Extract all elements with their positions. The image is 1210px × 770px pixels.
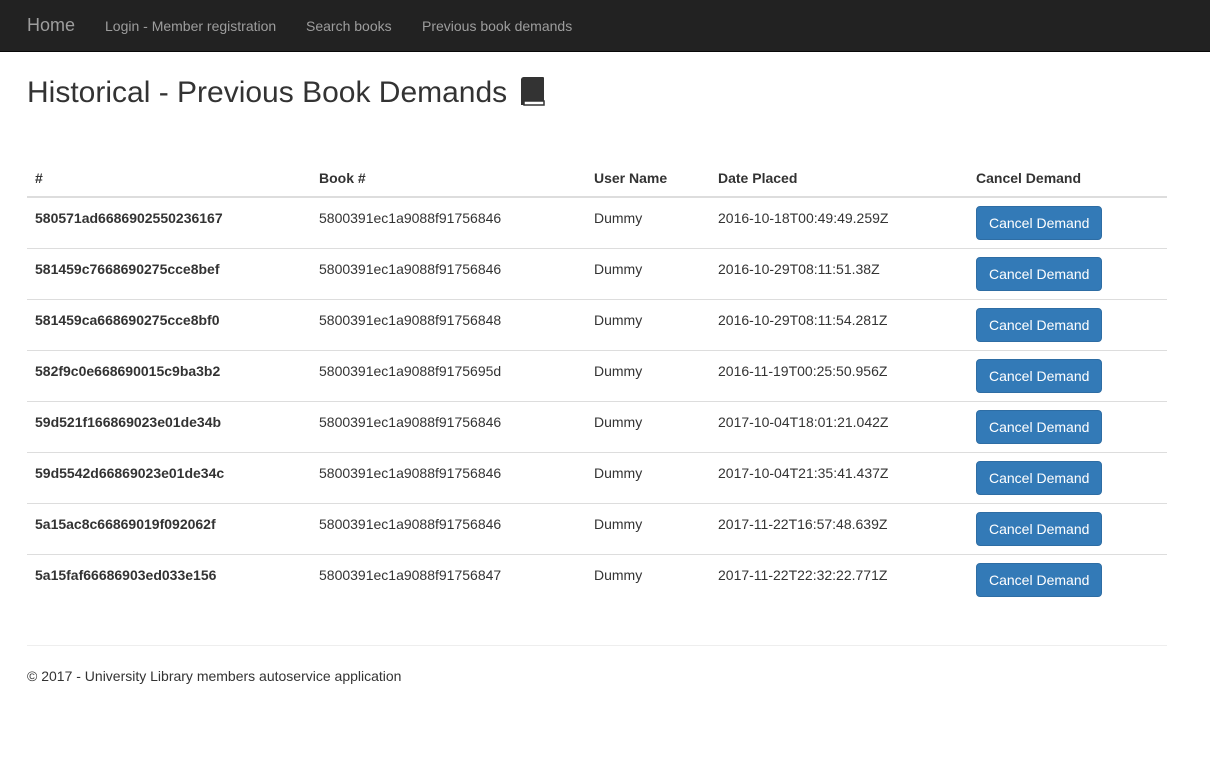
table-row: 59d5542d66869023e01de34c 5800391ec1a9088… <box>27 451 1167 503</box>
cancel-demand-button[interactable]: Cancel Demand <box>976 409 1103 444</box>
book-icon <box>517 76 547 106</box>
header-date-placed: Date Placed <box>710 160 968 198</box>
action-cell: Cancel Demand <box>968 553 1167 605</box>
demand-id-cell: 5a15ac8c66869019f092062f <box>27 502 311 554</box>
table-row: 580571ad6686902550236167 5800391ec1a9088… <box>27 197 1167 248</box>
nav-previous-demands-link[interactable]: Previous book demands <box>422 18 572 34</box>
date-placed-cell: 2017-10-04T21:35:41.437Z <box>710 451 968 503</box>
demand-id-cell: 581459ca668690275cce8bf0 <box>27 298 311 350</box>
book-id-cell: 5800391ec1a9088f9175695d <box>311 349 586 401</box>
cancel-demand-button[interactable]: Cancel Demand <box>976 358 1103 393</box>
date-placed-cell: 2016-10-18T00:49:49.259Z <box>718 210 889 226</box>
cancel-demand-button[interactable]: Cancel Demand <box>976 206 1103 240</box>
demand-id-cell: 59d5542d66869023e01de34c <box>27 451 311 503</box>
cancel-demand-button[interactable]: Cancel Demand <box>976 256 1103 291</box>
date-placed-cell: 2016-10-29T08:11:54.281Z <box>710 298 968 350</box>
date-placed-cell: 2017-10-04T18:01:21.042Z <box>710 400 968 452</box>
header-book: Book # <box>311 160 586 198</box>
date-placed-cell: 2016-11-19T00:25:50.956Z <box>710 349 968 401</box>
header-cancel-demand: Cancel Demand <box>968 160 1167 198</box>
table-row: 581459ca668690275cce8bf0 5800391ec1a9088… <box>27 298 1167 350</box>
action-cell: Cancel Demand <box>968 349 1167 401</box>
user-name-cell: Dummy <box>586 349 710 401</box>
action-cell: Cancel Demand <box>968 247 1167 299</box>
book-id-cell: 5800391ec1a9088f91756847 <box>311 553 586 605</box>
user-name-cell: Dummy <box>586 400 710 452</box>
demand-id-cell: 581459c7668690275cce8bef <box>27 247 311 299</box>
user-name-cell: Dummy <box>586 502 710 554</box>
action-cell: Cancel Demand <box>968 400 1167 452</box>
top-navbar: Home Login - Member registration Search … <box>0 0 1210 52</box>
book-id-cell: 5800391ec1a9088f91756846 <box>319 210 502 226</box>
footer-divider <box>27 645 1167 646</box>
book-id-cell: 5800391ec1a9088f91756848 <box>311 298 586 350</box>
cancel-demand-button[interactable]: Cancel Demand <box>976 460 1103 495</box>
table-row: 5a15faf66686903ed033e156 5800391ec1a9088… <box>27 553 1167 605</box>
date-placed-cell: 2017-11-22T22:32:22.771Z <box>710 553 968 605</box>
page-title-text: Historical - Previous Book Demands <box>27 76 508 109</box>
header-id: # <box>27 160 311 198</box>
book-id-cell: 5800391ec1a9088f91756846 <box>311 451 586 503</box>
table-row: 582f9c0e668690015c9ba3b2 5800391ec1a9088… <box>27 349 1167 401</box>
action-cell: Cancel Demand <box>968 197 1167 248</box>
user-name-cell: Dummy <box>586 553 710 605</box>
nav-search-books-link[interactable]: Search books <box>306 18 392 34</box>
table-row: 5a15ac8c66869019f092062f 5800391ec1a9088… <box>27 502 1167 554</box>
demands-table: # Book # User Name Date Placed Cancel De… <box>27 160 1167 605</box>
action-cell: Cancel Demand <box>968 451 1167 503</box>
user-name-cell: Dummy <box>594 210 643 226</box>
cancel-demand-button[interactable]: Cancel Demand <box>976 562 1103 597</box>
action-cell: Cancel Demand <box>968 502 1167 554</box>
cancel-demand-button[interactable]: Cancel Demand <box>976 511 1103 546</box>
demand-id-cell: 5a15faf66686903ed033e156 <box>27 553 311 605</box>
table-header-row: # Book # User Name Date Placed Cancel De… <box>27 160 1167 198</box>
table-row: 581459c7668690275cce8bef 5800391ec1a9088… <box>27 247 1167 299</box>
date-placed-cell: 2016-10-29T08:11:51.38Z <box>710 247 968 299</box>
book-id-cell: 5800391ec1a9088f91756846 <box>311 247 586 299</box>
date-placed-cell: 2017-11-22T16:57:48.639Z <box>710 502 968 554</box>
demand-id-cell: 582f9c0e668690015c9ba3b2 <box>27 349 311 401</box>
nav-home-link[interactable]: Home <box>27 15 75 36</box>
nav-login-registration-link[interactable]: Login - Member registration <box>105 18 276 34</box>
user-name-cell: Dummy <box>586 451 710 503</box>
header-user-name: User Name <box>586 160 710 198</box>
demand-id-cell: 59d521f166869023e01de34b <box>27 400 311 452</box>
action-cell: Cancel Demand <box>968 298 1167 350</box>
book-id-cell: 5800391ec1a9088f91756846 <box>311 502 586 554</box>
user-name-cell: Dummy <box>586 247 710 299</box>
cancel-demand-button[interactable]: Cancel Demand <box>976 307 1103 342</box>
table-row: 59d521f166869023e01de34b 5800391ec1a9088… <box>27 400 1167 452</box>
demand-id-cell: 580571ad6686902550236167 <box>35 210 223 226</box>
page-title: Historical - Previous Book Demands <box>27 74 547 112</box>
book-id-cell: 5800391ec1a9088f91756846 <box>311 400 586 452</box>
footer-text: © 2017 - University Library members auto… <box>27 668 402 684</box>
user-name-cell: Dummy <box>586 298 710 350</box>
